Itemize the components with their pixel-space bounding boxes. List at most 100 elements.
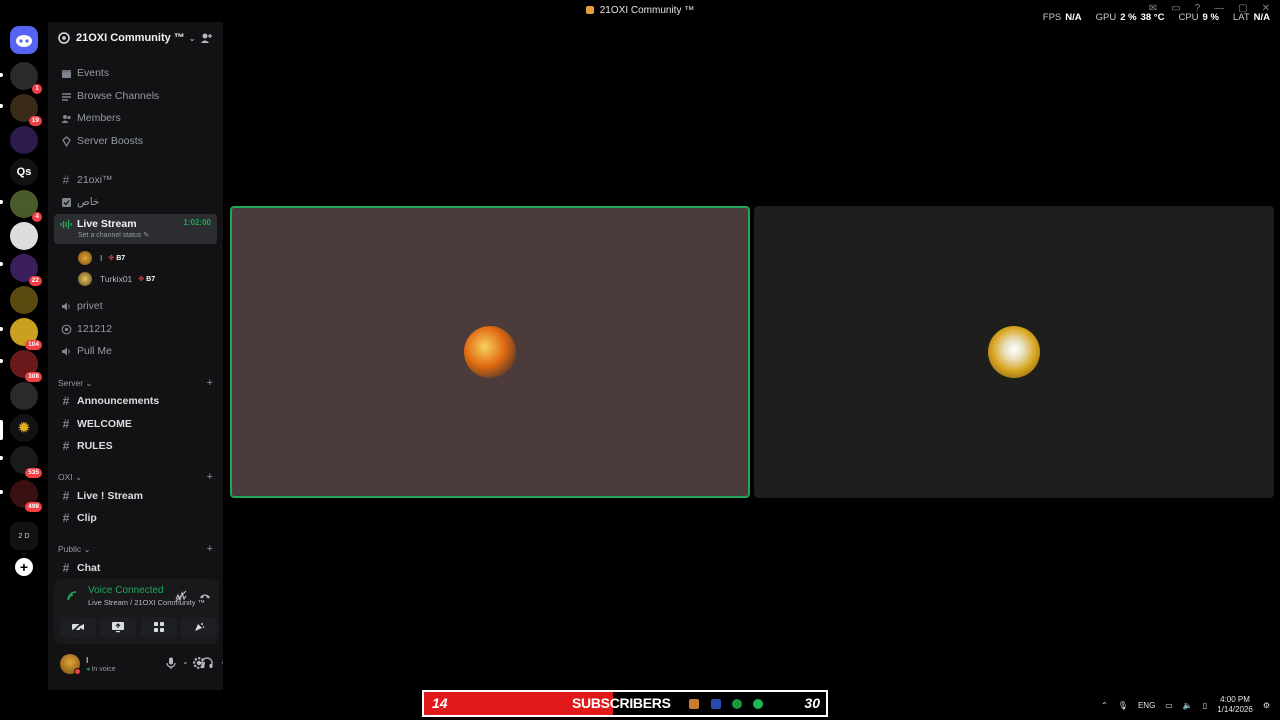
xbox-icon[interactable] [732,699,742,709]
participant-avatar [464,326,516,378]
menu-members[interactable]: Members [54,108,217,128]
mention-badge: 308 [25,372,42,382]
speaker-icon [60,345,72,357]
microphone-icon[interactable] [164,656,178,670]
user-info[interactable]: I ◂ In voice [86,655,116,673]
menu-server-boosts[interactable]: Server Boosts [54,131,217,151]
voice-user[interactable]: I ✥ B7 [78,249,125,267]
channel-clip[interactable]: # Clip [54,508,217,528]
participant-tile-speaking[interactable] [230,206,750,498]
server-settings-icon [58,32,70,44]
voice-stage [223,22,1280,690]
server-icon-10[interactable]: 535 [10,446,42,478]
taskbar: 14 SUBSCRIBERS 30 ⌃ 🎙 ENG ▭ 🔈 ▯ 4:00 PM 1… [0,690,1280,720]
server-icon-shadow[interactable] [10,222,38,250]
server-header[interactable]: 21OXI Community ™ ⌄ [48,22,223,54]
menu-events[interactable]: Events [54,63,217,83]
channel-live-stream[interactable]: Live Stream 1:02:00 Set a channel status… [54,214,217,244]
add-server-button[interactable]: + [15,558,33,576]
voice-user[interactable]: Turkix01 ✥ B7 [78,270,155,288]
channel-121212[interactable]: 121212 [54,319,217,339]
category-public[interactable]: Public ⌄ + [58,543,213,555]
unread-pill [0,359,3,363]
server-folder[interactable]: 2 D [10,522,38,550]
server-icon-21oxi[interactable]: ✹ [10,414,38,442]
signal-icon [67,591,77,601]
channel-privet[interactable]: privet [54,296,217,316]
channel-chat[interactable]: # Chat [54,558,217,578]
server-icon-4[interactable]: 4 [10,190,42,222]
battery-icon[interactable]: ▯ [1203,701,1207,710]
disconnect-icon[interactable] [198,589,212,603]
server-icon-1[interactable]: 1 [10,62,42,94]
voice-status[interactable]: Voice Connected [88,585,164,596]
noise-suppression-icon[interactable] [174,589,188,603]
mention-badge: 19 [28,116,42,126]
channel-live-stream-text[interactable]: # Live ! Stream [54,486,217,506]
clock[interactable]: 4:00 PM 1/14/2026 [1217,695,1253,715]
add-channel-button[interactable]: + [207,377,213,389]
hash-icon: # [62,173,70,187]
participant-avatar [988,326,1040,378]
channel-announcements[interactable]: # Announcements [54,391,217,411]
server-icon-2[interactable]: 19 [10,94,42,126]
invite-icon[interactable] [199,31,213,45]
channel-21oxi[interactable]: #21oxi™ [54,170,217,190]
user-avatar[interactable] [60,654,81,675]
selected-pill [0,420,3,440]
spotify-icon[interactable] [753,699,763,709]
server-icon-6[interactable] [10,286,38,314]
avatar [78,272,92,286]
channel-pull-me[interactable]: Pull Me [54,341,217,361]
notification-icon[interactable]: ⚙ [1263,701,1270,710]
add-channel-button[interactable]: + [207,471,213,483]
screen-share-button[interactable] [100,617,136,637]
unread-pill [0,200,3,204]
activities-button[interactable] [141,617,177,637]
language-indicator[interactable]: ENG [1138,701,1155,710]
server-icon-7[interactable]: 104 [10,318,42,350]
taskbar-app-icon[interactable] [689,699,699,709]
hash-icon: # [62,439,70,453]
calendar-icon [60,67,72,79]
app-icon [585,6,594,14]
stage-icon [60,323,72,335]
mention-badge: 22 [28,276,42,286]
volume-icon[interactable]: 🔈 [1183,701,1193,710]
mic-tray-icon[interactable]: 🎙 [1118,701,1128,710]
server-icon-qs[interactable]: Qs [10,158,38,186]
add-channel-button[interactable]: + [207,543,213,555]
channel-rules-ar[interactable]: خاص [54,192,217,212]
subscriber-count: 14 [432,695,448,711]
user-settings-gear-icon[interactable] [192,656,206,670]
category-oxi[interactable]: OXI ⌄ + [58,471,213,483]
discord-home-button[interactable] [10,26,38,54]
mention-badge: 104 [25,340,42,350]
menu-browse-channels[interactable]: Browse Channels [54,86,217,106]
activities-icon [154,622,164,632]
discord-logo-icon [16,35,32,47]
screen-share-icon [112,622,124,633]
status-dot [74,668,81,675]
server-icon-9[interactable] [10,382,38,410]
server-icon-8[interactable]: 308 [10,350,42,382]
chevron-down-icon[interactable]: ⌄ [182,657,189,666]
server-icon-11[interactable]: 498 [10,480,42,512]
camera-button[interactable] [60,617,96,637]
channel-rules[interactable]: # RULES [54,436,217,456]
server-icon-3[interactable] [10,126,38,154]
voice-active-icon [60,218,72,230]
unread-pill [0,327,3,331]
category-server[interactable]: Server ⌄ + [58,377,213,389]
server-icon-5[interactable]: 22 [10,254,42,286]
network-icon[interactable]: ▭ [1165,701,1173,710]
subscriber-goal-bar: 14 SUBSCRIBERS 30 [422,690,828,717]
participant-tile[interactable] [754,206,1274,498]
channel-welcome[interactable]: # WELCOME [54,414,217,434]
unread-pill [0,104,3,108]
call-duration: 1:02:00 [183,218,211,227]
channel-status-prompt[interactable]: Set a channel status ✎ [78,231,149,239]
tray-overflow-icon[interactable]: ⌃ [1101,701,1108,710]
taskbar-app-icon[interactable] [711,699,721,709]
soundboard-button[interactable] [181,617,217,637]
